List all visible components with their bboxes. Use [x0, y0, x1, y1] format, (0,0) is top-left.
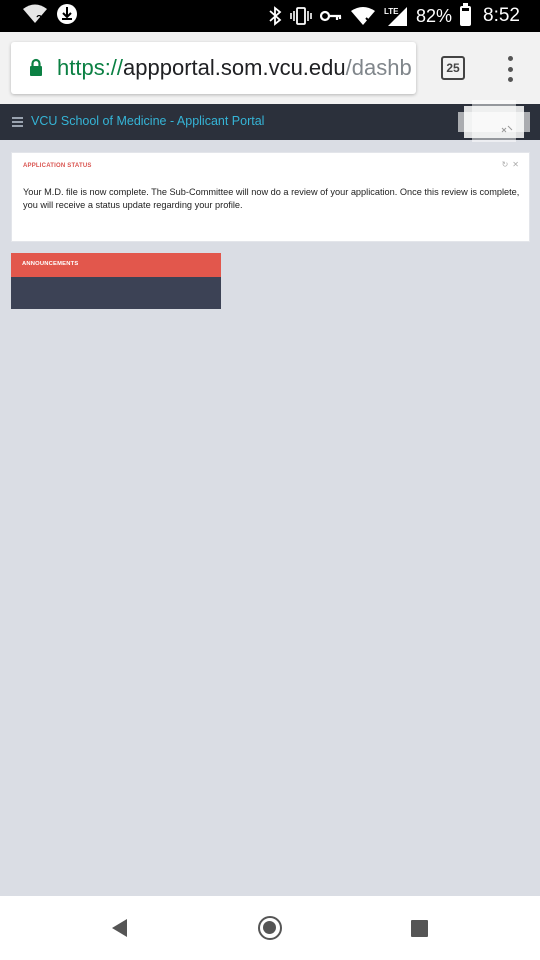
header-corner-graphic — [458, 100, 530, 142]
vpn-key-icon — [319, 10, 342, 22]
announcements-title: ANNOUNCEMENTS — [22, 261, 79, 267]
network-label: LTE — [384, 7, 399, 16]
back-icon[interactable] — [112, 919, 127, 937]
lock-icon — [30, 58, 42, 76]
status-message: Your M.D. file is now complete. The Sub-… — [23, 187, 520, 210]
portal-title[interactable]: VCU School of Medicine - Applicant Porta… — [31, 114, 264, 128]
tab-switcher-button[interactable]: 25 — [441, 56, 465, 80]
download-icon — [57, 4, 77, 24]
wifi-unknown-icon: ? — [23, 4, 47, 25]
url-scheme: https:// — [57, 55, 124, 80]
vibrate-icon — [290, 7, 312, 25]
url-path: /dashb — [345, 55, 412, 80]
battery-percent: 82% — [415, 5, 453, 26]
close-icon[interactable]: ✕ — [512, 160, 519, 169]
url-host: appportal.som.vcu.edu — [123, 55, 346, 80]
bluetooth-icon — [269, 6, 282, 26]
clock: 8:52 — [483, 5, 520, 26]
wifi-x-icon — [350, 7, 375, 25]
address-bar[interactable]: https://appportal.som.vcu.edu/dashb — [11, 42, 416, 94]
announcements-body — [11, 277, 221, 309]
lte-signal-icon: LTE — [384, 7, 407, 26]
refresh-icon[interactable]: ↻ — [502, 160, 509, 169]
url-text[interactable]: https://appportal.som.vcu.edu/dashb — [57, 55, 412, 81]
svg-text:?: ? — [36, 14, 42, 25]
announcements-widget: ANNOUNCEMENTS — [11, 253, 221, 309]
home-icon[interactable] — [258, 916, 282, 940]
recent-apps-icon[interactable] — [411, 920, 428, 937]
battery-icon — [460, 3, 472, 26]
browser-toolbar: https://appportal.som.vcu.edu/dashb 25 — [0, 32, 540, 104]
more-menu-icon[interactable] — [500, 54, 520, 84]
application-status-panel: APPLICATION STATUS ↻ ✕ Your M.D. file is… — [11, 152, 530, 242]
hamburger-menu-icon[interactable] — [12, 117, 23, 127]
status-bar: ? LTE 82% 8:52 — [0, 0, 540, 32]
navigation-bar — [0, 896, 540, 960]
announcements-header[interactable]: ANNOUNCEMENTS — [11, 253, 221, 277]
panel-title: APPLICATION STATUS — [23, 163, 92, 169]
panel-tools: ↻ ✕ — [502, 160, 519, 169]
